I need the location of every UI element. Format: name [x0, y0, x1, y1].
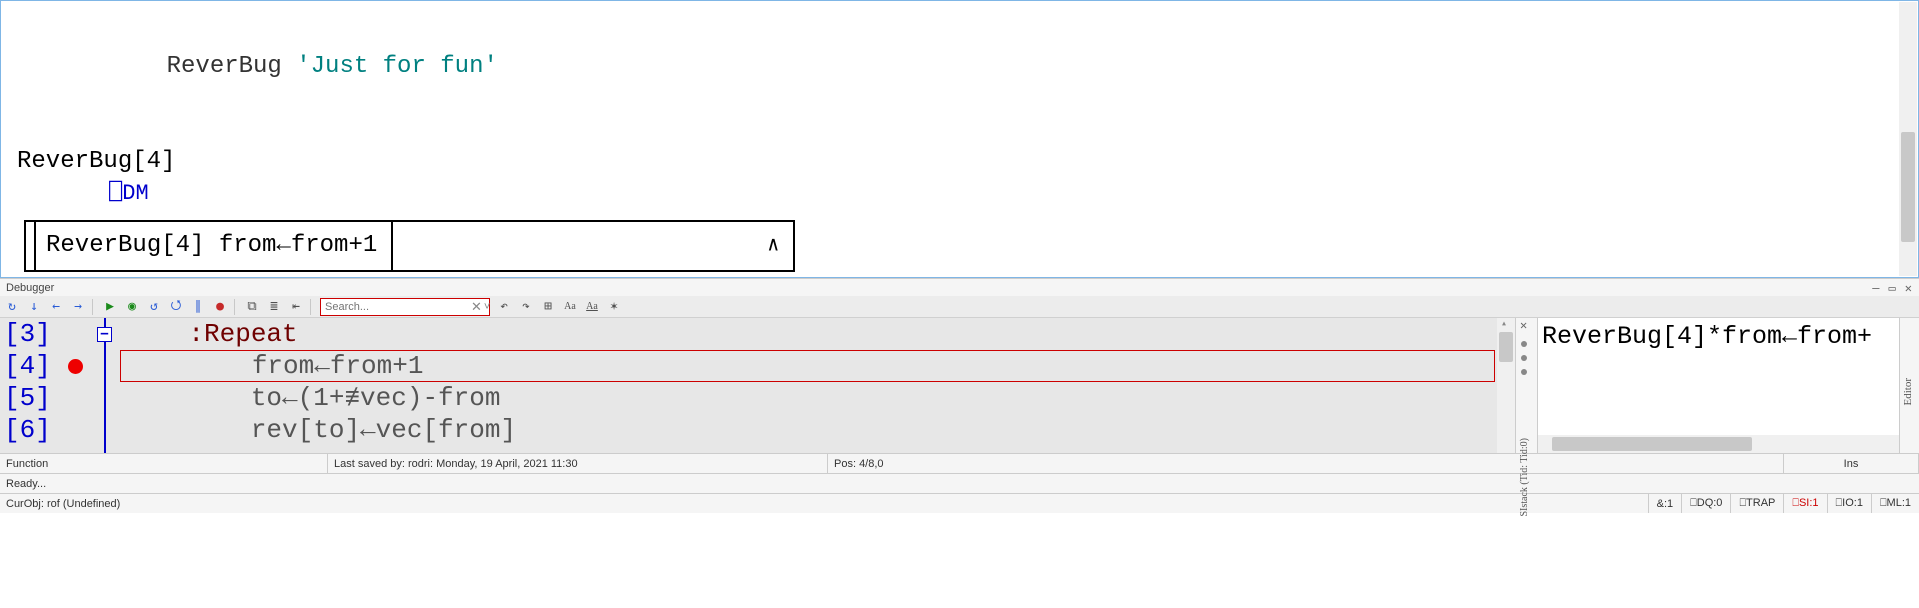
- call-arg: 'Just for fun': [296, 53, 498, 80]
- regex-icon[interactable]: ✶: [606, 299, 622, 315]
- pause-icon[interactable]: ∥: [190, 299, 206, 315]
- line-number: [5]: [0, 382, 60, 414]
- breakpoint-gutter[interactable]: [60, 318, 90, 453]
- status-ml[interactable]: ⎕ML:1: [1871, 494, 1919, 513]
- window-max-button[interactable]: ▭: [1886, 281, 1899, 295]
- code-lines[interactable]: :Repeat from←from+1 . to←(1+≢vec)-from r…: [120, 318, 1515, 453]
- session-line-head: ReverBug[4]: [1, 146, 1918, 178]
- toolbar-separator: [310, 299, 314, 315]
- scroll-thumb[interactable]: [1499, 332, 1513, 362]
- debugger-body: [3] [4] [5] [6] − :Repeat from←from+1 . …: [0, 318, 1919, 453]
- current-line-highlight[interactable]: from←from+1: [120, 350, 1495, 382]
- breakpoint-icon[interactable]: ●: [212, 299, 228, 315]
- code-row[interactable]: to←(1+≢vec)-from: [120, 382, 1515, 414]
- expression-text[interactable]: ReverBug[4]*from←from+: [1538, 318, 1899, 435]
- status-function: Function: [0, 454, 328, 473]
- scroll-thumb[interactable]: [1552, 437, 1752, 451]
- breakpoint-dot-icon[interactable]: [68, 359, 83, 374]
- caret-icon: ∧: [767, 233, 779, 260]
- code-pane[interactable]: [3] [4] [5] [6] − :Repeat from←from+1 . …: [0, 318, 1515, 453]
- status-saved: Last saved by: rodri: Monday, 19 April, …: [328, 454, 828, 473]
- line-number-gutter: [3] [4] [5] [6]: [0, 318, 60, 453]
- toolbar-separator: [92, 299, 96, 315]
- status-ins[interactable]: Ins: [1784, 454, 1919, 473]
- status-pos: Pos: 4/8,0: [828, 454, 1784, 473]
- code-row[interactable]: rev[to]←vec[from]: [120, 414, 1515, 446]
- outdent-icon[interactable]: ⇤: [288, 299, 304, 315]
- outline-num-icon[interactable]: ⧉: [244, 299, 260, 315]
- error-box-gap: [26, 222, 36, 270]
- expand-icon[interactable]: ⊞: [540, 299, 556, 315]
- editor-tab-label: Editor: [1902, 378, 1914, 406]
- session-pane: ReverBug 'Just for fun' ReverBug[4] ⎕DM …: [0, 0, 1919, 278]
- close-icon[interactable]: ✕: [1520, 318, 1527, 332]
- status-si[interactable]: ⎕SI:1: [1783, 494, 1826, 513]
- find-next-icon[interactable]: ↷: [518, 299, 534, 315]
- status-ready: Ready...: [6, 478, 1913, 490]
- status-bar-ready: Ready...: [0, 473, 1919, 493]
- search-box[interactable]: ✕ ˅: [320, 298, 490, 316]
- search-clear-icon[interactable]: ✕: [471, 299, 482, 315]
- expression-pane[interactable]: ReverBug[4]*from←from+: [1537, 318, 1899, 453]
- debugger-titlebar: Debugger — ▭ ✕: [0, 278, 1919, 296]
- step-down-icon[interactable]: ↓: [26, 299, 42, 315]
- line-number: [6]: [0, 414, 60, 446]
- sistack-panel[interactable]: ✕ SIstack (Tid: Tid:0): [1515, 318, 1537, 453]
- window-min-button[interactable]: —: [1869, 281, 1882, 295]
- session-line-call: ReverBug 'Just for fun': [1, 19, 1918, 116]
- status-dq[interactable]: ⎕DQ:0: [1681, 494, 1730, 513]
- error-box: ReverBug[4] from←from+1 ∧: [24, 220, 795, 272]
- status-curobj: CurObj: rof (Undefined): [0, 498, 1648, 510]
- drag-grip-icon[interactable]: [1521, 338, 1527, 378]
- line-number: [3]: [0, 318, 60, 350]
- run-icon[interactable]: ▶: [102, 299, 118, 315]
- step-back-icon[interactable]: ←: [48, 299, 64, 315]
- scroll-thumb[interactable]: [1901, 132, 1915, 242]
- step-forward-icon[interactable]: →: [70, 299, 86, 315]
- match-case-icon[interactable]: Aa: [562, 299, 578, 315]
- window-close-button[interactable]: ✕: [1902, 281, 1915, 295]
- hscrollbar[interactable]: [1538, 435, 1899, 453]
- sistack-label: SIstack (Tid: Tid:0): [1519, 438, 1530, 517]
- call-fn: ReverBug: [167, 53, 282, 80]
- debugger-title: Debugger: [6, 282, 54, 294]
- code-row[interactable]: :Repeat: [120, 318, 1515, 350]
- session-scrollbar[interactable]: [1899, 2, 1917, 276]
- fold-toggle-icon[interactable]: −: [97, 327, 112, 342]
- run-to-icon[interactable]: ◉: [124, 299, 140, 315]
- status-io[interactable]: ⎕IO:1: [1827, 494, 1871, 513]
- rewind-icon[interactable]: ↻: [4, 299, 20, 315]
- error-box-expr: ReverBug[4] from←from+1: [36, 222, 393, 270]
- status-amp[interactable]: &:1: [1648, 494, 1682, 513]
- restart-icon[interactable]: ↺: [146, 299, 162, 315]
- line-number: [4]: [0, 350, 60, 382]
- status-trap[interactable]: ⎕TRAP: [1730, 494, 1783, 513]
- fold-gutter[interactable]: −: [90, 318, 120, 453]
- editor-tab[interactable]: Editor: [1899, 318, 1919, 453]
- session-line-dm: ⎕DM: [1, 179, 1918, 209]
- status-bar-main: CurObj: rof (Undefined) &:1 ⎕DQ:0 ⎕TRAP …: [0, 493, 1919, 513]
- outline-list-icon[interactable]: ≣: [266, 299, 282, 315]
- whole-word-icon[interactable]: Aa: [584, 299, 600, 315]
- status-bar-code: Function Last saved by: rodri: Monday, 1…: [0, 453, 1919, 473]
- skip-icon[interactable]: ⭯: [168, 299, 184, 315]
- debugger-toolbar: ↻ ↓ ← → ▶ ◉ ↺ ⭯ ∥ ● ⧉ ≣ ⇤ ✕ ˅ ↶ ↷ ⊞ Aa A…: [0, 296, 1919, 318]
- search-dropdown-icon[interactable]: ˅: [484, 301, 490, 313]
- find-prev-icon[interactable]: ↶: [496, 299, 512, 315]
- toolbar-separator: [234, 299, 238, 315]
- error-box-caret-cell: ∧: [393, 222, 793, 270]
- search-input[interactable]: [325, 301, 467, 313]
- code-scrollbar[interactable]: [1497, 318, 1515, 453]
